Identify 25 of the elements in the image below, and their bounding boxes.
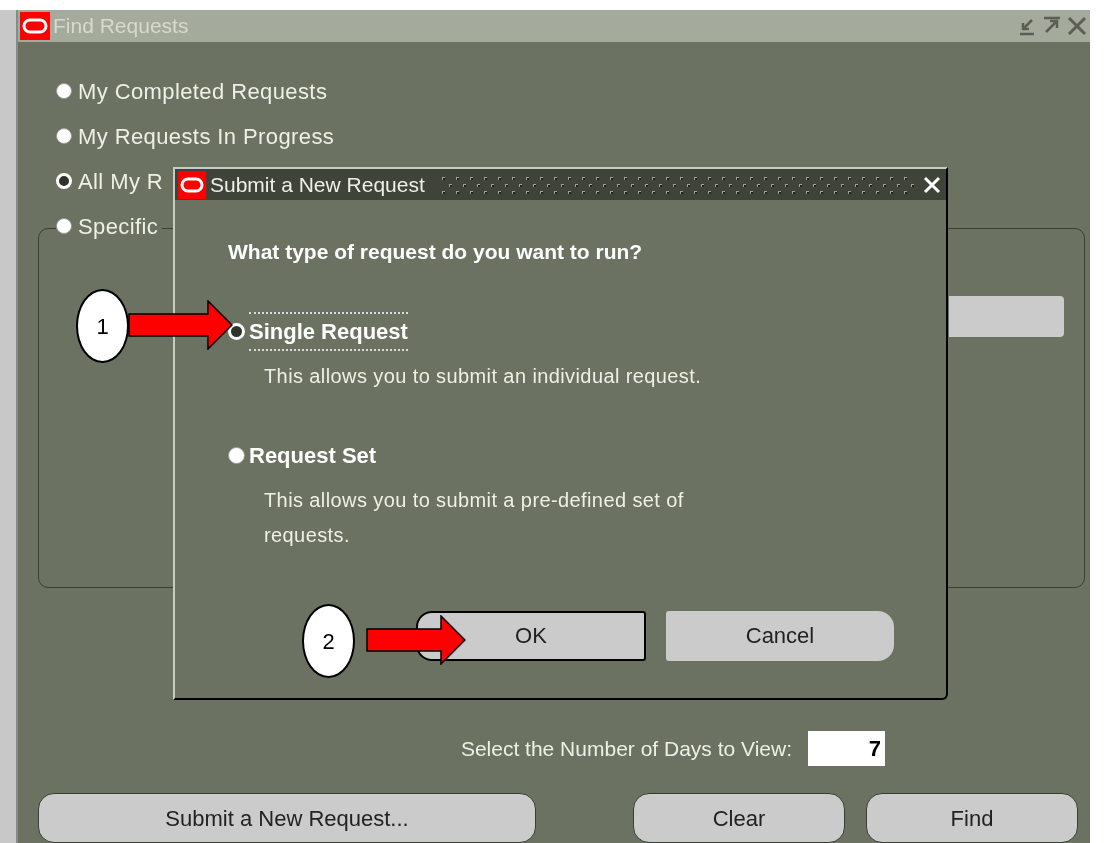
oracle-logo-icon <box>178 170 206 199</box>
radio-label[interactable]: All My R <box>78 164 164 198</box>
days-field[interactable]: 7 <box>808 731 885 766</box>
action-button[interactable]: Find <box>866 793 1078 843</box>
action-button[interactable]: Clear <box>633 793 845 843</box>
oracle-logo-icon <box>20 12 50 40</box>
radio-button[interactable] <box>56 218 72 234</box>
text-field[interactable] <box>949 296 1064 337</box>
radio-label[interactable]: Request Set <box>249 435 377 475</box>
arrow-icon <box>366 615 466 665</box>
days-label: Select the Number of Days to View: <box>460 735 792 762</box>
dialog-question: What type of request do you want to run? <box>228 239 644 265</box>
radio-label[interactable]: My Completed Requests <box>78 74 328 108</box>
choice-description: This allows you to submit a pre-defined set of requests. <box>263 487 685 548</box>
action-button[interactable]: Submit a New Request... <box>38 793 536 843</box>
radio-label[interactable]: Specific <box>78 209 159 243</box>
radio-label[interactable]: Single Request <box>249 311 408 351</box>
arrow-icon <box>128 300 233 350</box>
radio-button[interactable] <box>56 128 72 144</box>
choice-description: This allows you to submit an individual request. <box>263 363 703 389</box>
dialog-title: Submit a New Request <box>210 171 425 198</box>
radio-button[interactable] <box>56 83 72 99</box>
radio-label[interactable]: My Requests In Progress <box>78 119 335 153</box>
radio-button[interactable] <box>228 446 245 464</box>
cancel-button[interactable]: Cancel <box>666 610 894 661</box>
